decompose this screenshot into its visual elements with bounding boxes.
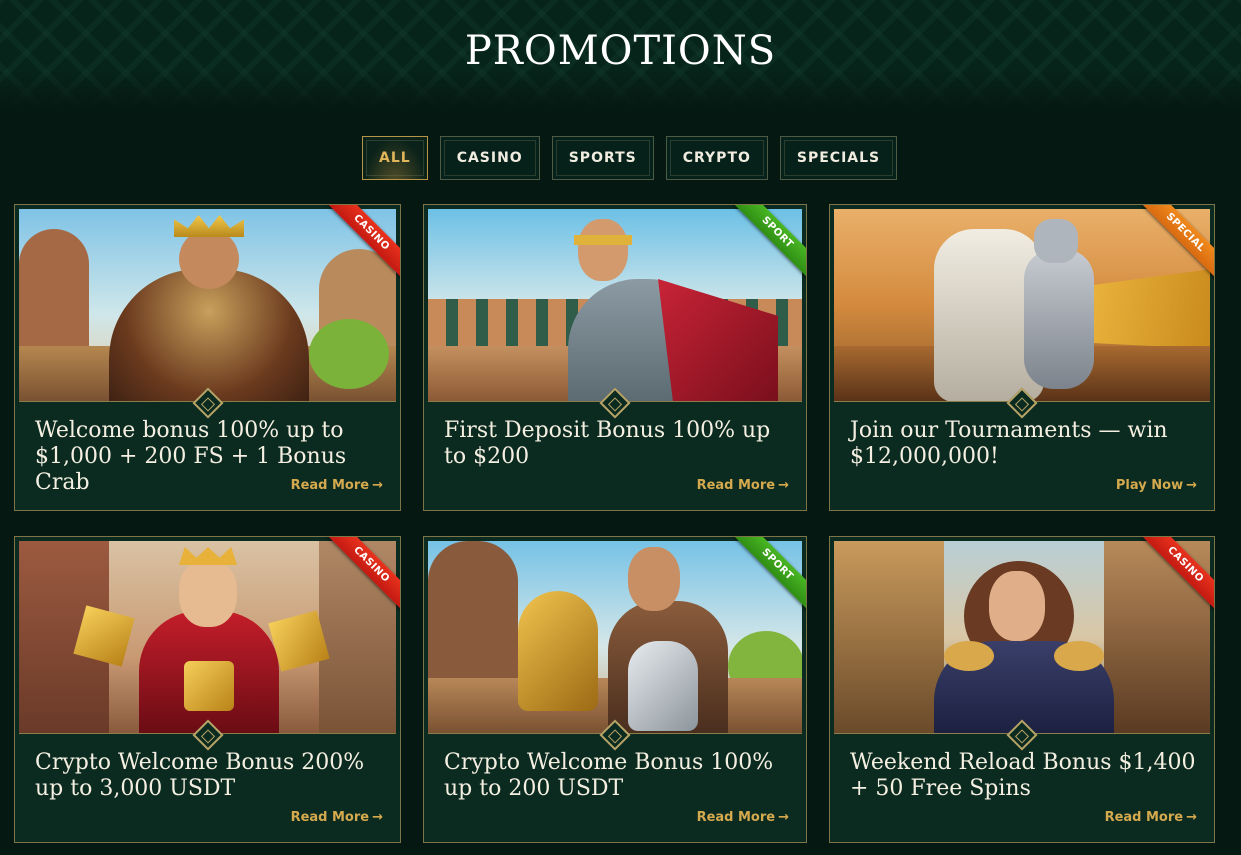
read-more-link[interactable]: Read More → — [291, 810, 383, 825]
read-more-link[interactable]: Read More → — [291, 478, 383, 493]
read-more-link[interactable]: Read More → — [697, 810, 789, 825]
arrow-right-icon: → — [372, 478, 383, 493]
promo-title: Join our Tournaments — win $12,000,000! — [850, 418, 1168, 469]
filter-tab-sports[interactable]: SPORTS — [551, 136, 654, 180]
promo-card[interactable]: SPECIAL Join our Tournaments — win $12,0… — [829, 204, 1215, 511]
filter-tab-all[interactable]: ALL — [362, 136, 428, 180]
filter-tabs: ALL CASINO SPORTS CRYPTO SPECIALS — [362, 136, 898, 180]
promo-card[interactable]: CASINO Weekend Reload Bonus $1,400 + 50 … — [829, 536, 1215, 843]
promo-image-king — [19, 209, 396, 402]
promo-title: Weekend Reload Bonus $1,400 + 50 Free Sp… — [850, 750, 1196, 801]
promo-image-gladiator — [428, 209, 802, 402]
promo-card[interactable]: SPORT First Deposit Bonus 100% up to $20… — [423, 204, 807, 511]
read-more-link[interactable]: Read More → — [1105, 810, 1197, 825]
arrow-right-icon: → — [778, 478, 789, 493]
promo-image-queen — [19, 541, 396, 734]
promo-title: First Deposit Bonus 100% up to $200 — [444, 418, 771, 469]
promo-image-heroine — [834, 541, 1210, 734]
promo-card[interactable]: CASINO Crypto Welcome Bonus 200% up to 3… — [14, 536, 401, 843]
filter-tab-casino[interactable]: CASINO — [439, 136, 540, 180]
promo-title: Crypto Welcome Bonus 100% up to 200 USDT — [444, 750, 774, 801]
promotions-grid: CASINO Welcome bonus 100% up to $1,000 +… — [14, 204, 1215, 843]
promo-image-knight — [834, 209, 1210, 402]
page-title: PROMOTIONS — [464, 28, 777, 74]
play-now-link[interactable]: Play Now → — [1116, 478, 1197, 493]
filter-tab-specials[interactable]: SPECIALS — [779, 136, 898, 180]
filter-tab-crypto[interactable]: CRYPTO — [665, 136, 768, 180]
promo-card[interactable]: CASINO Welcome bonus 100% up to $1,000 +… — [14, 204, 401, 511]
read-more-link[interactable]: Read More → — [697, 478, 789, 493]
promo-image-champion — [428, 541, 802, 734]
arrow-right-icon: → — [1186, 810, 1197, 825]
arrow-right-icon: → — [778, 810, 789, 825]
arrow-right-icon: → — [1186, 478, 1197, 493]
promo-title: Crypto Welcome Bonus 200% up to 3,000 US… — [35, 750, 365, 801]
promo-card[interactable]: SPORT Crypto Welcome Bonus 100% up to 20… — [423, 536, 807, 843]
arrow-right-icon: → — [372, 810, 383, 825]
